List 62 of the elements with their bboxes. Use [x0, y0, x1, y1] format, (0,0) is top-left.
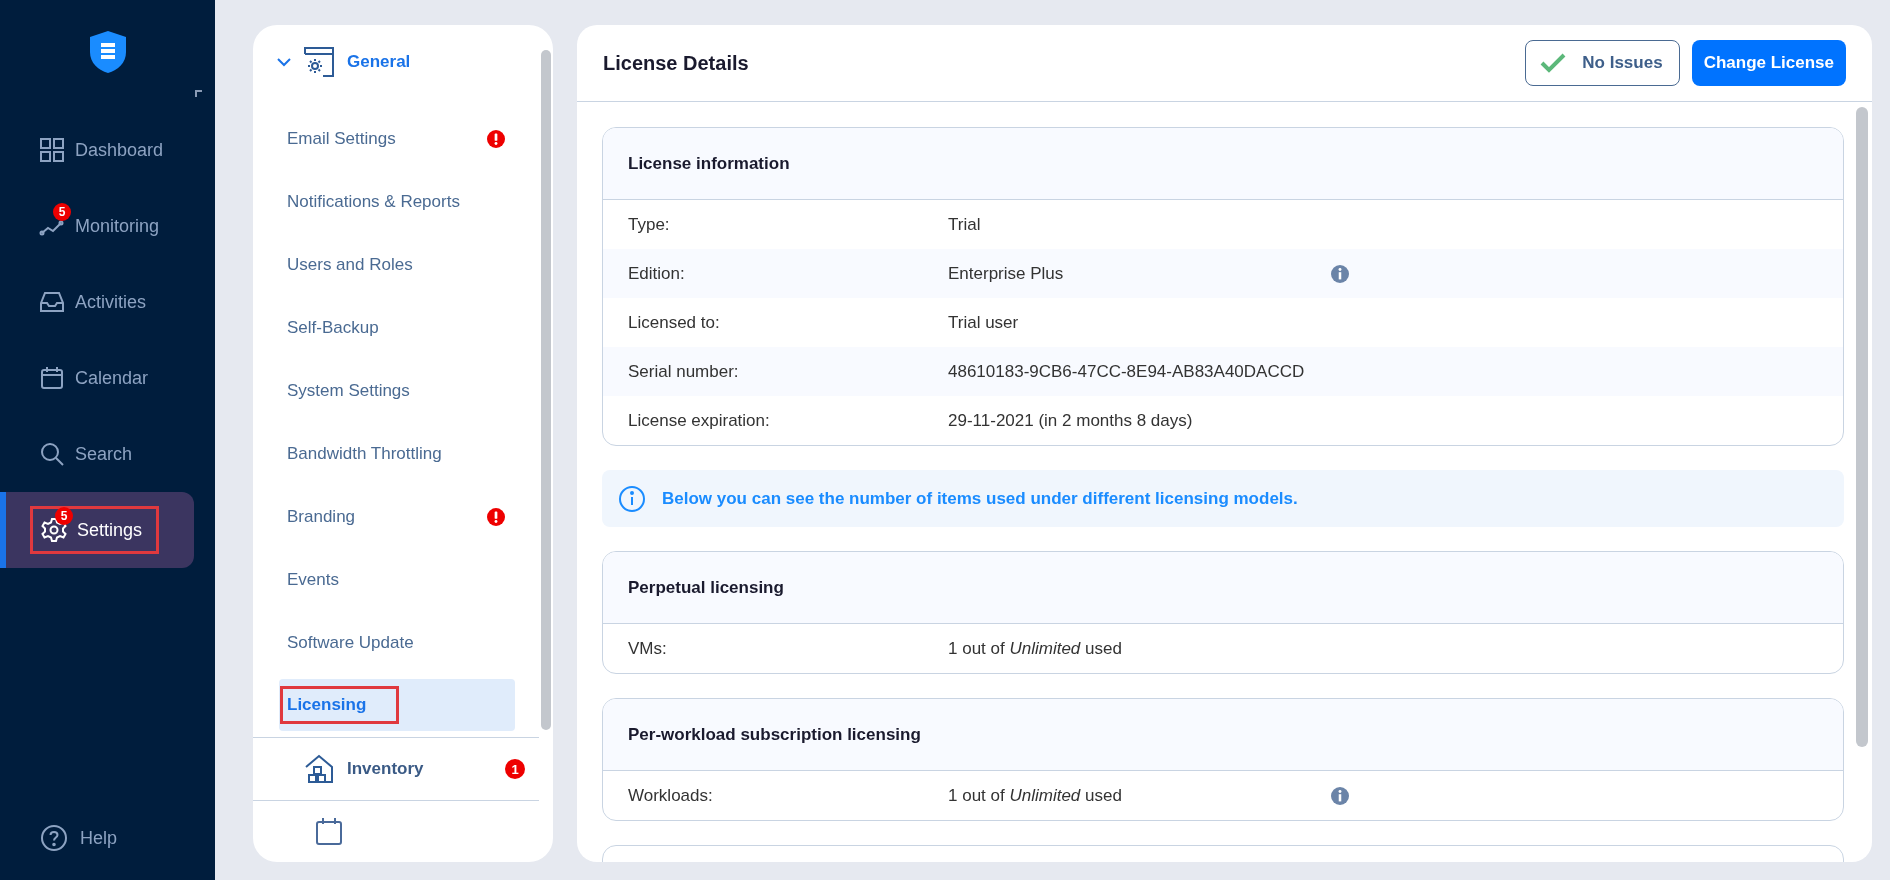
nav-item[interactable]: 5 Monitoring [0, 188, 194, 264]
field-label: Serial number: [628, 361, 740, 382]
nav-item[interactable]: Activities [0, 264, 194, 340]
scrollbar[interactable] [541, 50, 551, 730]
field-value: 1 out of Unlimited used [948, 638, 1123, 659]
banner-text: Below you can see the number of items used under different licensing models. [662, 488, 1298, 509]
house-icon [303, 753, 335, 785]
menu-item[interactable]: System Settings [279, 359, 515, 422]
count-badge: 5 [55, 507, 73, 525]
info-icon[interactable] [1331, 786, 1349, 805]
section-header[interactable]: General [253, 25, 539, 99]
field-label: Workloads: [628, 785, 714, 806]
change-license-button[interactable]: Change License [1691, 40, 1846, 86]
status-button[interactable]: No Issues [1525, 40, 1680, 86]
chevron-down-icon [277, 57, 291, 67]
alert-icon [487, 507, 505, 526]
nav-item[interactable]: 5 Settings [0, 492, 194, 568]
section-header[interactable]: Inventory 1 [253, 738, 539, 801]
menu-item[interactable]: Branding [279, 485, 515, 548]
alert-icon [487, 129, 505, 148]
scrollbar[interactable] [1856, 107, 1868, 747]
info-icon[interactable] [1331, 264, 1349, 283]
check-icon [1540, 53, 1567, 73]
menu-item[interactable]: Licensing [279, 679, 515, 731]
menu-item[interactable]: Email Settings [279, 107, 515, 170]
page-title: License Details [603, 51, 749, 75]
menu-item[interactable]: Events [279, 548, 515, 611]
field-label: Type: [628, 214, 671, 235]
calendar-icon [39, 365, 65, 391]
count-badge: 1 [505, 759, 525, 779]
info-icon [618, 484, 646, 513]
card-title: License information [603, 128, 1843, 200]
field-value: Enterprise Plus [948, 263, 1065, 284]
help-link[interactable]: Help [40, 824, 215, 852]
card-title: Per-workload subscription licensing [603, 699, 1843, 771]
field-value: 1 out of Unlimited used [948, 785, 1123, 806]
nav-item[interactable]: Search [0, 416, 194, 492]
grid-icon [39, 137, 65, 163]
field-value: 48610183-9CB6-47CC-8E94-AB83A40DACCD [948, 361, 1306, 382]
nav-item[interactable]: Dashboard [0, 112, 194, 188]
inbox-icon [39, 289, 65, 315]
gear-window-icon [303, 46, 335, 78]
menu-item[interactable]: Notifications & Reports [279, 170, 515, 233]
field-label: Licensed to: [628, 312, 721, 333]
nav-item[interactable]: Calendar [0, 340, 194, 416]
menu-item[interactable]: Bandwidth Throttling [279, 422, 515, 485]
count-badge: 5 [53, 203, 71, 221]
field-label: Edition: [628, 263, 686, 284]
field-value: 29-11-2021 (in 2 months 8 days) [948, 410, 1194, 431]
shield-logo-icon [87, 30, 128, 74]
search-icon [39, 441, 65, 467]
menu-item[interactable]: Software Update [279, 611, 515, 674]
help-icon [40, 824, 68, 852]
menu-item[interactable]: Users and Roles [279, 233, 515, 296]
calendar-icon [313, 816, 345, 848]
card-title: Perpetual licensing [603, 552, 1843, 624]
collapse-corner-icon[interactable] [195, 90, 203, 98]
field-value: Trial user [948, 312, 1020, 333]
menu-item[interactable]: Self-Backup [279, 296, 515, 359]
field-value: Trial [948, 214, 982, 235]
field-label: VMs: [628, 638, 668, 659]
field-label: License expiration: [628, 410, 771, 431]
